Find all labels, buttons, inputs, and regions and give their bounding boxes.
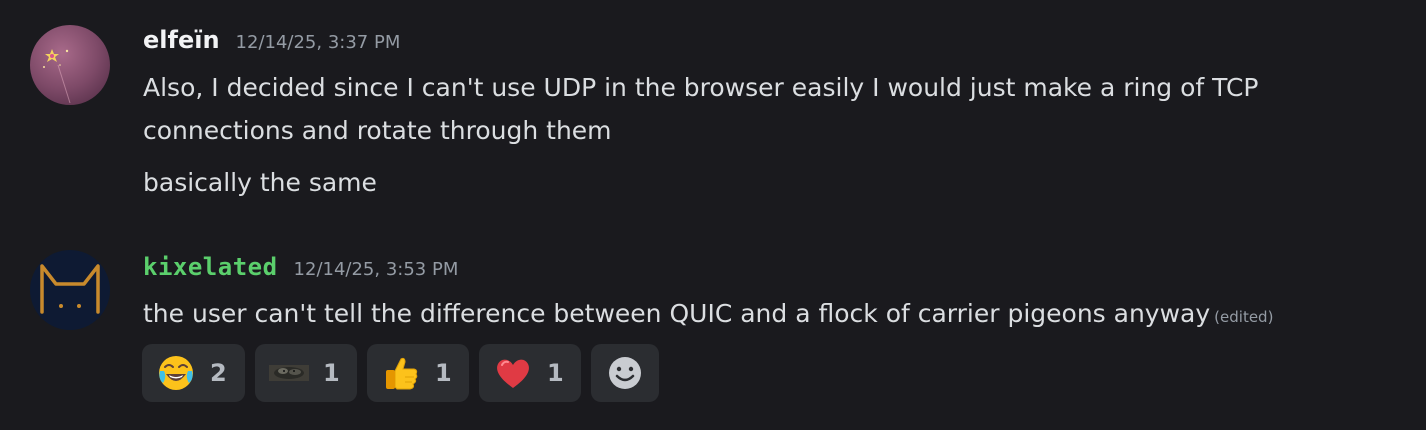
add-reaction-button[interactable] bbox=[591, 344, 659, 402]
timestamp[interactable]: 12/14/25, 3:53 PM bbox=[294, 259, 459, 280]
message-text: Also, I decided since I can't use UDP in… bbox=[143, 73, 1259, 102]
joy-face-emoji-icon bbox=[156, 353, 196, 393]
red-heart-emoji-icon bbox=[493, 353, 533, 393]
reaction-button[interactable]: 1 bbox=[367, 344, 469, 402]
reaction-button[interactable]: 2 bbox=[142, 344, 245, 402]
reaction-button[interactable]: 1 bbox=[479, 344, 581, 402]
message-text: the user can't tell the difference betwe… bbox=[143, 298, 1273, 333]
avatar[interactable] bbox=[30, 250, 110, 330]
reaction-button[interactable]: 1 bbox=[255, 344, 357, 402]
avatar[interactable] bbox=[30, 25, 110, 105]
message-header: elfeïn 12/14/25, 3:37 PM bbox=[143, 26, 400, 56]
message-header: kixelated 12/14/25, 3:53 PM bbox=[143, 253, 458, 283]
custom-animal-emoji-icon bbox=[269, 353, 309, 393]
message-content: the user can't tell the difference betwe… bbox=[143, 299, 1211, 328]
reaction-count: 1 bbox=[323, 359, 340, 387]
username[interactable]: kixelated bbox=[143, 253, 278, 281]
reactions-bar: 2 1 1 1 bbox=[142, 344, 659, 402]
reaction-count: 1 bbox=[435, 359, 452, 387]
message-text: connections and rotate through them bbox=[143, 116, 612, 145]
username[interactable]: elfeïn bbox=[143, 26, 220, 54]
thumbs-up-emoji-icon bbox=[381, 353, 421, 393]
message-text: basically the same bbox=[143, 168, 377, 197]
reaction-count: 2 bbox=[210, 359, 227, 387]
timestamp[interactable]: 12/14/25, 3:37 PM bbox=[236, 32, 401, 53]
reaction-count: 1 bbox=[547, 359, 564, 387]
smiley-icon bbox=[605, 353, 645, 393]
edited-indicator: (edited) bbox=[1214, 308, 1274, 326]
chat-message-list: elfeïn 12/14/25, 3:37 PM Also, I decided… bbox=[0, 0, 1426, 430]
